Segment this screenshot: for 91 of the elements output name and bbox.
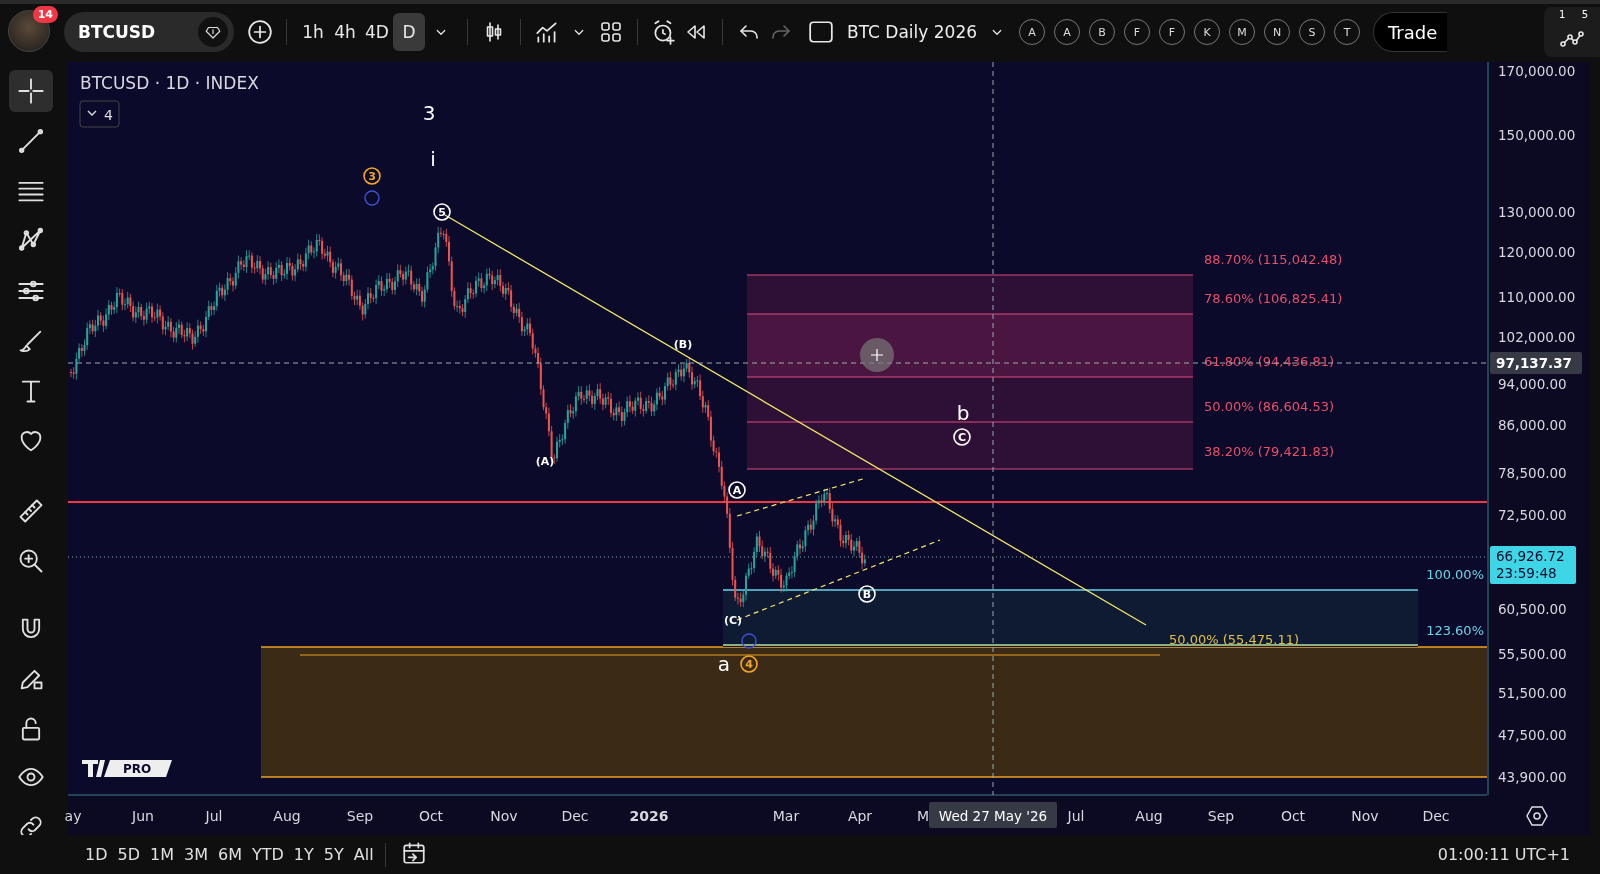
last-price-tag: 66,926.72 23:59:48 [1490,546,1576,584]
fib-level-label: 78.60% (106,825.41) [1204,291,1343,306]
notification-badge: 14 [32,6,58,23]
price-axis-label: 170,000.00 [1498,63,1576,79]
range-button[interactable]: 3M [179,839,213,870]
range-button[interactable]: 6M [212,839,247,870]
time-axis-label: Apr [847,808,873,824]
time-axis-label: Sep [346,808,374,824]
fib-level-label: 88.70% (115,042.48) [1204,252,1343,267]
circled-wave-label: 4 [740,655,758,673]
price-axis-label: 43,900.00 [1498,769,1567,785]
circled-wave-label: 3 [363,167,381,185]
timezone-clock[interactable]: 01:00:11 UTC+1 [1437,845,1570,864]
fib-level-label: 38.20% (79,421.83) [1204,444,1334,459]
price-axis-label: 78,500.00 [1498,465,1567,481]
price-axis-label: 55,500.00 [1498,646,1567,662]
extension-level-label: 123.60% [1426,623,1484,638]
price-axis-label: 94,000.00 [1498,376,1567,392]
time-axis-label: Nov [490,808,518,824]
time-axis-label: M [916,808,930,824]
plus-icon [247,19,273,45]
settings-icon[interactable] [1526,806,1548,826]
fib-level-label: 50.00% (86,604.53) [1204,399,1334,414]
time-axis-label: Oct [1280,808,1306,824]
time-axis-label: Dec [561,808,589,824]
range-button[interactable]: 1M [145,839,179,870]
square-icon [808,19,834,45]
collapse-indicators-button[interactable]: 4 [79,100,120,128]
range-button[interactable]: YTD [246,839,289,870]
time-axis-label: Oct [418,808,444,824]
crosshair-tool[interactable] [9,70,53,112]
price-axis-label: 150,000.00 [1498,127,1576,143]
wave-label: a [717,652,731,676]
trade-button[interactable]: Trade [1373,12,1448,52]
circled-wave-label: B [858,585,876,603]
crosshair-date-tag: Wed 27 May '26 [929,802,1057,828]
trend-line-icon [17,127,45,155]
range-button[interactable]: 1D [80,839,113,870]
time-axis-label: ay [64,808,82,824]
price-axis-label: 102,000.00 [1498,329,1576,345]
link-icon [17,813,45,835]
range-button[interactable]: All [348,839,379,870]
support-level-label: 50.00% (55,475.11) [1169,632,1299,647]
zoom-in-icon [17,547,45,575]
price-axis-label: 72,500.00 [1498,507,1567,523]
wave-label: 3 [422,101,436,125]
crosshair-price-tag: 97,137.37 [1490,352,1582,374]
range-button[interactable]: 5Y [318,839,349,870]
layout-name[interactable]: BTC Daily 2026 [847,22,977,42]
time-axis-label: 2026 [629,808,669,824]
tradingview-logo: PRO [82,760,172,777]
fib-level-label: 61.80% (94,436.81) [1204,354,1334,369]
extension-level-label: 100.00% [1426,567,1484,582]
wave-label: b [956,401,970,425]
price-axis-label: 51,500.00 [1498,685,1567,701]
price-axis-label: 60,500.00 [1498,601,1567,617]
range-button[interactable]: 1Y [288,839,319,870]
ruler-icon [17,497,45,525]
price-axis-label: 130,000.00 [1498,204,1576,220]
price-axis-label: 120,000.00 [1498,244,1576,260]
calendar-icon [400,839,427,866]
network-button[interactable]: 1 5 [1544,7,1600,57]
time-axis-label: Jul [205,808,223,824]
time-axis-label: Nov [1351,808,1379,824]
price-axis-label: 110,000.00 [1498,289,1576,305]
crosshair-icon [17,77,45,105]
wave-label: (A) [535,455,555,468]
interval-tab[interactable]: 1h [297,13,329,51]
circled-wave-label: 5 [433,203,451,221]
time-axis-label: Dec [1422,808,1450,824]
time-axis-label: Mar [772,808,800,824]
wave-label: (C) [723,614,743,627]
crosshair-cursor [860,338,894,372]
interval-tab[interactable]: D [393,13,425,51]
range-button[interactable]: 5D [112,839,145,870]
time-axis-label: Jun [132,808,154,824]
wave-label: (B) [673,338,693,351]
grid-icon [599,20,623,44]
symbol-search[interactable]: BTCUSD [64,12,234,52]
interval-tab[interactable]: 4D [361,13,393,51]
time-axis-label: Sep [1207,808,1235,824]
price-axis-label: 47,500.00 [1498,727,1567,743]
time-axis-label: Aug [273,808,301,824]
circled-wave-label: A [728,481,746,499]
price-axis-label: 86,000.00 [1498,417,1567,433]
time-axis-label: Jul [1067,808,1085,824]
wave-label: i [430,147,436,171]
chart-title: BTCUSD · 1D · INDEX [80,73,259,93]
circled-wave-label: C [953,428,971,446]
interval-tab[interactable]: 4h [329,13,361,51]
time-axis-label: Aug [1135,808,1163,824]
